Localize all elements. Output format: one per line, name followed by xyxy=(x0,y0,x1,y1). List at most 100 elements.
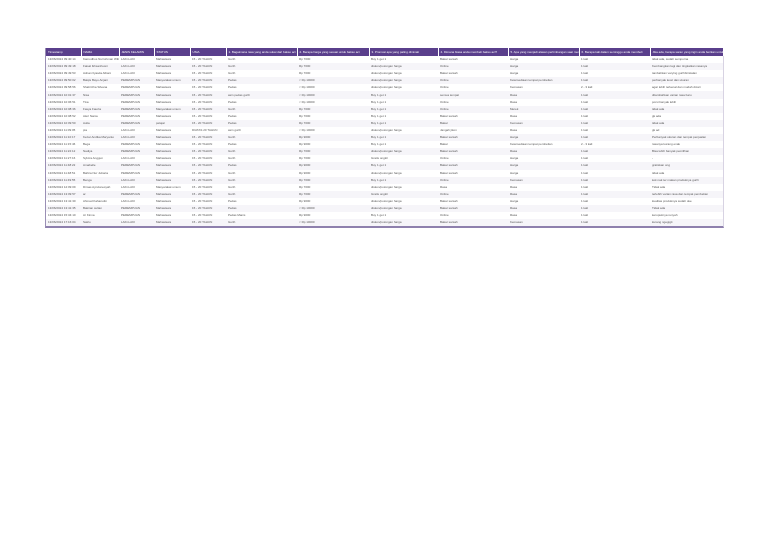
cell-usia[interactable]: 15 - 20 TAHUN xyxy=(190,212,226,219)
cell-q4-tempat-beli[interactable]: Bakar sarsah xyxy=(438,56,508,63)
cell-saran[interactable]: tidak ada xyxy=(650,119,723,127)
cell-jenis-kelamin[interactable]: PEREMPUAN xyxy=(119,212,154,219)
cell-jenis-kelamin[interactable]: PEREMPUAN xyxy=(119,148,154,156)
cell-nama[interactable]: Bega xyxy=(81,141,119,148)
cell-timestamp[interactable]: 13/06/2024 17:16:04 xyxy=(46,219,81,227)
cell-timestamp[interactable]: 13/06/2024 09:58:56 xyxy=(46,84,81,91)
cell-usia[interactable]: 15 - 20 TAHUN xyxy=(190,219,226,227)
cell-q5-alasan[interactable]: Ketersediaan tempat pembelian xyxy=(508,141,579,148)
cell-timestamp[interactable]: 13/06/2024 12:09:09 xyxy=(46,184,81,191)
cell-nama[interactable]: Sylvira Anggun xyxy=(81,155,119,162)
cell-saran[interactable]: gk ada xyxy=(650,113,723,120)
cell-q5-alasan[interactable]: Merek xyxy=(508,105,579,113)
cell-q2-harga[interactable]: Rp 7000 xyxy=(297,190,369,198)
cell-usia[interactable]: 15 - 20 TAHUN xyxy=(190,148,226,156)
cell-q4-tempat-beli[interactable]: Bakar sarsah xyxy=(438,148,508,156)
cell-q2-harga[interactable]: Rp 9000 xyxy=(297,134,369,142)
cell-q3-promosi[interactable]: Buy 1 get 1 xyxy=(369,162,438,170)
cell-saran[interactable]: porsi banyak lebih xyxy=(650,99,723,106)
cell-usia[interactable]: 15 - 20 TAHUN xyxy=(190,176,226,184)
cell-q6-frekuensi[interactable]: 1 kali xyxy=(579,70,650,77)
cell-q5-alasan[interactable]: Harga xyxy=(508,162,579,170)
cell-nama[interactable]: Satrio xyxy=(81,219,119,227)
cell-q2-harga[interactable]: Rp 7000 xyxy=(297,148,369,156)
cell-q1-rasa[interactable]: Gurih xyxy=(226,148,297,156)
cell-jenis-kelamin[interactable]: PEREMPUAN xyxy=(119,204,154,213)
cell-status[interactable]: Mahasiswa xyxy=(154,127,190,134)
cell-jenis-kelamin[interactable]: LAKI-LAKI xyxy=(119,184,154,191)
cell-jenis-kelamin[interactable]: LAKI-LAKI xyxy=(119,155,154,162)
cell-q2-harga[interactable]: Rp 7000 xyxy=(297,113,369,120)
cell-q6-frekuensi[interactable]: 1 kali xyxy=(579,105,650,113)
cell-status[interactable]: Mahasiswa xyxy=(154,190,190,198)
cell-q2-harga[interactable]: Rp 9000 xyxy=(297,198,369,205)
cell-saran[interactable]: kok nak ter makan produknya gurih xyxy=(650,176,723,184)
cell-jenis-kelamin[interactable]: PEREMPUAN xyxy=(119,91,154,99)
column-header-q5-alasan[interactable]: 5. Apa yang menjadi alasan pertimbangan … xyxy=(508,48,580,56)
cell-q1-rasa[interactable]: Pedas xyxy=(226,198,297,205)
cell-q3-promosi[interactable]: Buy 1 get 1 xyxy=(369,141,438,148)
cell-nama[interactable]: Aleri Nania xyxy=(81,113,119,120)
cell-usia[interactable]: 15 - 20 TAHUN xyxy=(190,84,226,91)
cell-nama[interactable]: Amabelle xyxy=(81,162,119,170)
cell-usia[interactable]: 15 - 20 TAHUN xyxy=(190,190,226,198)
cell-nama[interactable]: Benga xyxy=(81,176,119,184)
cell-q2-harga[interactable]: Rp 7000 xyxy=(297,184,369,191)
cell-usia[interactable]: 15 - 20 TAHUN xyxy=(190,63,226,71)
cell-q2-harga[interactable]: < Rp 10000 xyxy=(297,99,369,106)
cell-status[interactable]: Mahasiswa xyxy=(154,155,190,162)
cell-saran[interactable]: rasanya kurang enak xyxy=(650,141,723,148)
cell-q5-alasan[interactable]: Rasa xyxy=(508,91,579,99)
cell-timestamp[interactable]: 13/06/2024 10:08:52 xyxy=(46,113,81,120)
cell-q6-frekuensi[interactable]: 1 kali xyxy=(579,176,650,184)
cell-q2-harga[interactable]: Rp 7000 xyxy=(297,176,369,184)
cell-jenis-kelamin[interactable]: PEREMPUAN xyxy=(119,84,154,91)
cell-q2-harga[interactable]: Rp 9000 xyxy=(297,170,369,177)
cell-q2-harga[interactable]: Rp 9000 xyxy=(297,141,369,148)
cell-saran[interactable]: Tidak ada xyxy=(650,204,723,213)
column-header-usia[interactable]: USIA xyxy=(190,48,227,56)
cell-q4-tempat-beli[interactable]: Bakar xyxy=(438,119,508,127)
cell-q3-promosi[interactable]: Buy 1 get 1 xyxy=(369,119,438,127)
cell-q2-harga[interactable]: < Rp 10000 xyxy=(297,204,369,213)
cell-usia[interactable]: 15 - 20 TAHUN xyxy=(190,56,226,63)
cell-q6-frekuensi[interactable]: 1 kali xyxy=(579,113,650,120)
cell-q3-promosi[interactable]: diskon/potongan harga xyxy=(369,219,438,227)
cell-q1-rasa[interactable]: Gurih xyxy=(226,70,297,77)
cell-q6-frekuensi[interactable]: 1 kali xyxy=(579,134,650,142)
cell-usia[interactable]: 15 - 20 TAHUN xyxy=(190,198,226,205)
cell-jenis-kelamin[interactable]: PEREMPUAN xyxy=(119,119,154,127)
cell-usia[interactable]: 15 - 20 TAHUN xyxy=(190,184,226,191)
cell-jenis-kelamin[interactable]: PEREMPUAN xyxy=(119,105,154,113)
cell-status[interactable]: Mahasiswa xyxy=(154,204,190,213)
cell-saran[interactable]: - xyxy=(650,155,723,162)
cell-q1-rasa[interactable]: Gurih xyxy=(226,184,297,191)
cell-nama[interactable]: Kamodhus Nurrohman Wib xyxy=(81,56,119,63)
cell-nama[interactable]: Dimas Ayndonesyah xyxy=(81,184,119,191)
column-header-timestamp[interactable]: Timestamp xyxy=(46,48,82,56)
cell-q5-alasan[interactable]: Kemasan xyxy=(508,84,579,91)
cell-q6-frekuensi[interactable]: 1 kali xyxy=(579,212,650,219)
cell-q5-alasan[interactable]: Rasa xyxy=(508,148,579,156)
cell-status[interactable]: Masyarakat umum xyxy=(154,77,190,85)
cell-q2-harga[interactable]: Rp 7000 xyxy=(297,105,369,113)
cell-jenis-kelamin[interactable]: LAKI-LAKI xyxy=(119,176,154,184)
cell-nama[interactable]: Faisal Ikhsanhusni xyxy=(81,63,119,71)
cell-timestamp[interactable]: 13/06/2024 11:27:16 xyxy=(46,155,81,162)
cell-status[interactable]: Mahasiswa xyxy=(154,162,190,170)
cell-q4-tempat-beli[interactable]: Jangah jikon xyxy=(438,127,508,134)
cell-usia[interactable]: 15 - 20 TAHUN xyxy=(190,99,226,106)
cell-q1-rasa[interactable]: Pedas xyxy=(226,84,297,91)
cell-nama[interactable]: Bahira Nur Jubaria xyxy=(81,170,119,177)
cell-timestamp[interactable]: 13/06/2024 09:50:02 xyxy=(46,77,81,85)
cell-q1-rasa[interactable]: Gurih xyxy=(226,170,297,177)
cell-q1-rasa[interactable]: Gurih xyxy=(226,63,297,71)
cell-status[interactable]: Mahasiswa xyxy=(154,70,190,77)
cell-q5-alasan[interactable]: Ketersediaan tempat pembelian xyxy=(508,77,579,85)
cell-jenis-kelamin[interactable]: LAKI-LAKI xyxy=(119,134,154,142)
cell-jenis-kelamin[interactable]: PEREMPUAN xyxy=(119,113,154,120)
cell-q2-harga[interactable]: < Rp 10000 xyxy=(297,91,369,99)
cell-status[interactable]: Mahasiswa xyxy=(154,141,190,148)
cell-saran[interactable]: Kembangkan lagi dan tingkatkan rasanya xyxy=(650,63,723,71)
cell-q4-tempat-beli[interactable]: Online xyxy=(438,105,508,113)
